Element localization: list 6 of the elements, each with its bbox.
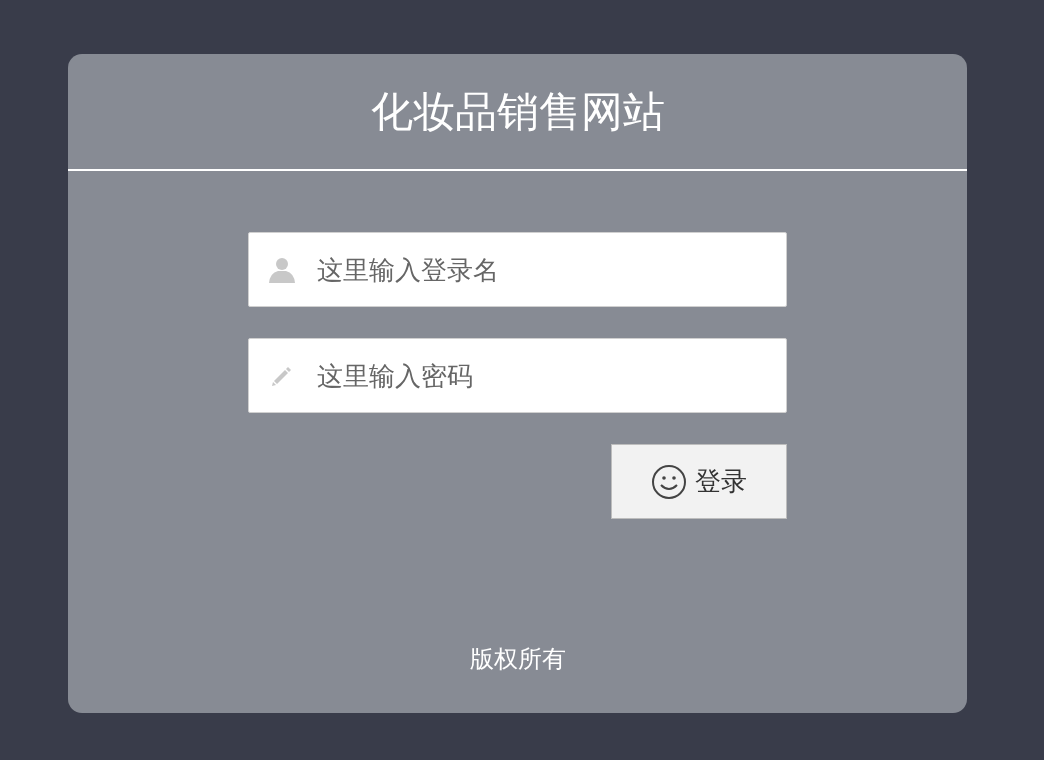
site-title: 化妆品销售网站 — [68, 54, 967, 171]
smiley-icon — [651, 463, 687, 500]
username-field[interactable]: 这里输入登录名 — [248, 232, 787, 307]
copyright-text: 版权所有 — [469, 645, 566, 673]
password-field[interactable]: 这里输入密码 — [248, 338, 787, 413]
login-button[interactable]: 登录 — [611, 444, 787, 519]
